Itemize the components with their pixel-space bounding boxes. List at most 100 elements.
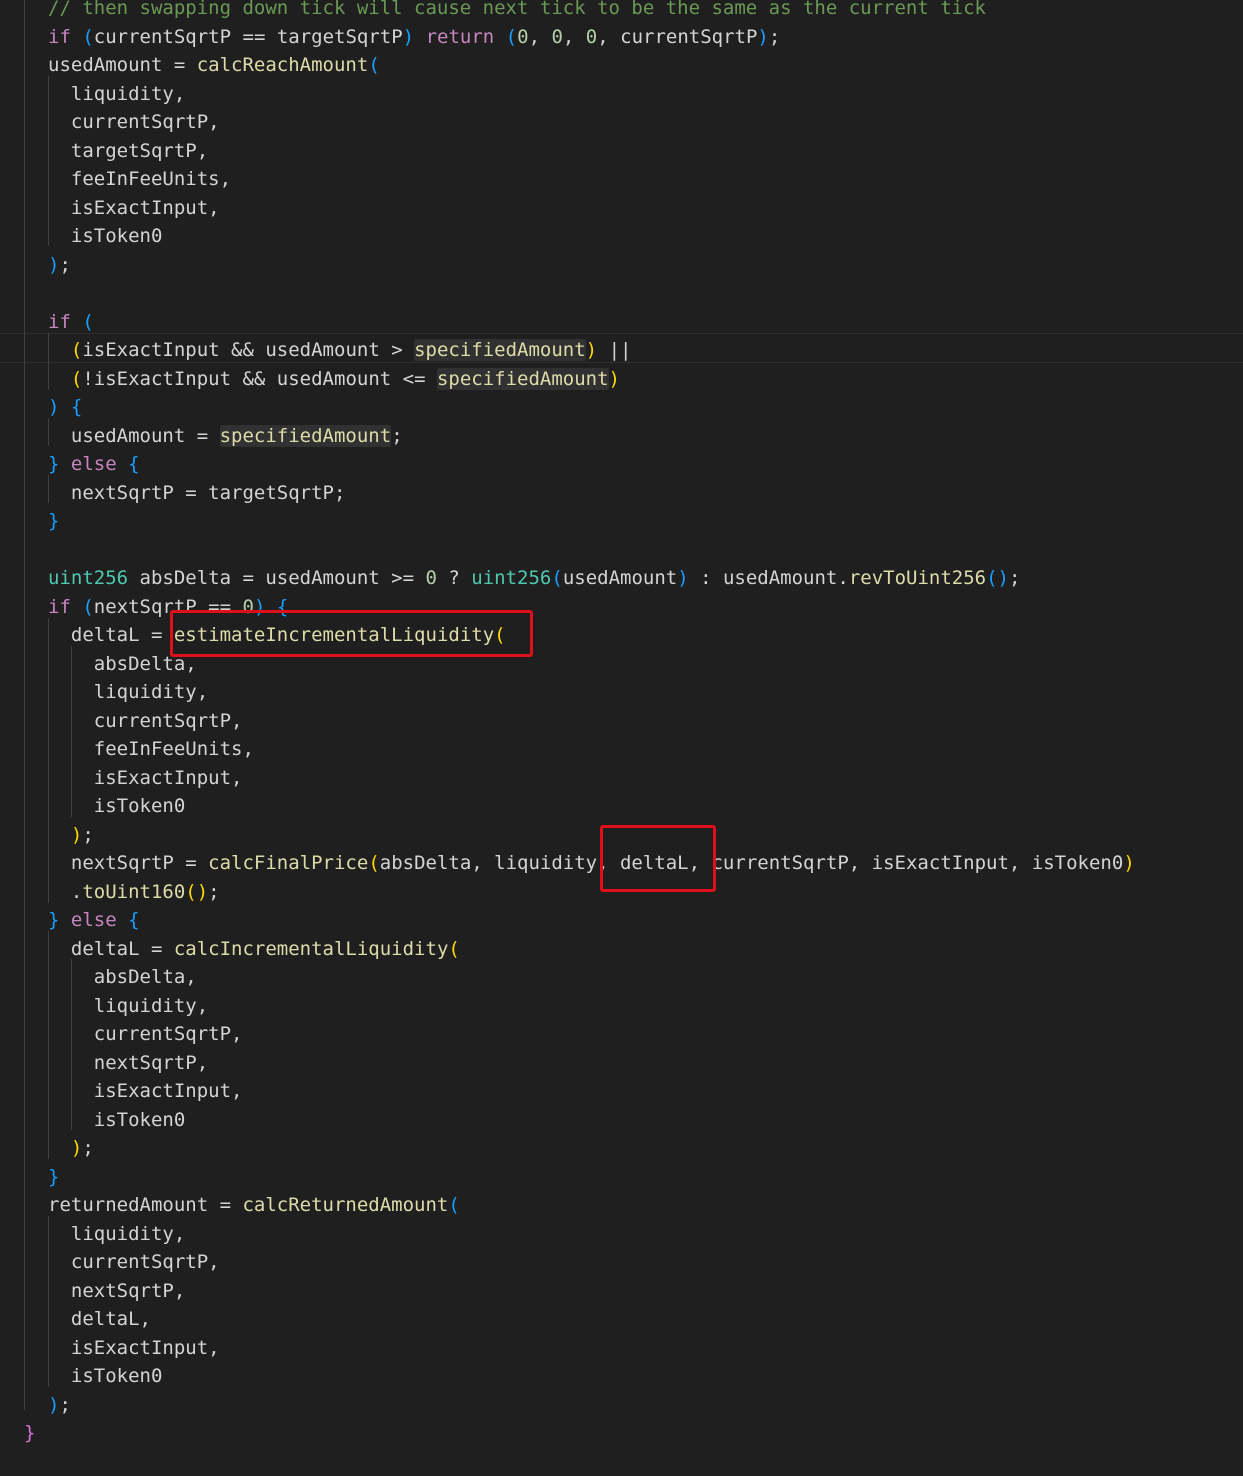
code-line: usedAmount = calcReachAmount( — [48, 51, 1243, 80]
code-token: ( — [82, 25, 94, 48]
code-line: nextSqrtP = targetSqrtP; — [48, 479, 1243, 508]
code-token: absDelta, liquidity, deltaL, currentSqrt… — [379, 852, 1124, 874]
code-line: isToken0 — [48, 1106, 1243, 1135]
code-token: } — [48, 1165, 60, 1188]
code-token: liquidity, — [48, 82, 186, 105]
code-token: || — [597, 339, 632, 361]
code-token: usedAmount = — [48, 424, 220, 447]
code-line: feeInFeeUnits, — [48, 165, 1243, 194]
code-line: currentSqrtP, — [48, 1020, 1243, 1049]
code-token: currentSqrtP, — [48, 111, 220, 133]
code-editor[interactable]: // then swapping down tick will cause ne… — [0, 0, 1243, 1476]
code-token: : usedAmount. — [688, 567, 849, 589]
code-token: specifiedAmount — [219, 424, 392, 447]
code-token: else — [70, 453, 117, 475]
annotation-box-estimate-incremental-liquidity — [170, 610, 533, 657]
code-token: calcReachAmount — [196, 54, 369, 76]
code-line: absDelta, — [48, 963, 1243, 992]
code-token: currentSqrtP, — [48, 1023, 243, 1045]
code-token: deltaL = — [48, 937, 174, 960]
code-token: ; — [208, 880, 220, 903]
code-token: if — [48, 595, 71, 618]
code-line: feeInFeeUnits, — [48, 735, 1243, 764]
code-token: ) — [608, 367, 620, 390]
code-token: calcFinalPrice — [208, 852, 369, 874]
code-token: if — [48, 25, 71, 48]
code-line: ); — [48, 1391, 1243, 1420]
code-token: absDelta = usedAmount >= — [128, 567, 426, 589]
code-line: ); — [48, 251, 1243, 280]
code-token: isToken0 — [48, 225, 163, 247]
code-line: currentSqrtP, — [48, 108, 1243, 137]
code-token: ) — [48, 396, 60, 418]
code-token: ( — [505, 25, 518, 48]
code-token: currentSqrtP, — [48, 709, 243, 732]
code-line: nextSqrtP, — [48, 1049, 1243, 1078]
code-token: isExactInput, — [48, 1336, 220, 1359]
code-token: ) — [48, 1393, 60, 1416]
code-line: } else { — [48, 450, 1243, 479]
code-line: nextSqrtP, — [48, 1277, 1243, 1306]
code-line: ); — [48, 1134, 1243, 1163]
code-line: } — [48, 507, 1243, 536]
code-token: currentSqrtP == targetSqrtP — [93, 25, 403, 48]
code-line: if ( — [48, 308, 1243, 337]
code-line: usedAmount = specifiedAmount; — [48, 422, 1243, 451]
code-line: liquidity, — [48, 80, 1243, 109]
code-token: nextSqrtP, — [48, 1051, 209, 1074]
code-token: ; — [59, 253, 71, 276]
code-token: calcIncrementalLiquidity — [173, 937, 449, 960]
code-token: 0 — [425, 567, 437, 589]
code-token: ) — [757, 25, 769, 48]
code-token: } — [48, 453, 60, 475]
code-token: ( — [70, 339, 83, 361]
code-token: , — [562, 25, 586, 48]
code-token: ) — [48, 253, 60, 276]
code-token: usedAmount — [562, 567, 678, 589]
code-token: } — [48, 909, 60, 931]
code-token: ; — [59, 1393, 71, 1416]
code-token: isExactInput, — [48, 196, 220, 219]
code-line: } — [24, 1419, 1243, 1448]
code-line: currentSqrtP, — [48, 1248, 1243, 1277]
code-token: usedAmount = — [48, 54, 197, 76]
code-token: ) — [70, 823, 83, 846]
code-token: ? — [436, 567, 472, 589]
code-token: } — [48, 510, 60, 532]
code-token: liquidity, — [48, 1222, 186, 1245]
code-token: isToken0 — [48, 1365, 163, 1387]
code-line: returnedAmount = calcReturnedAmount( — [48, 1191, 1243, 1220]
code-token: feeInFeeUnits, — [48, 738, 254, 760]
code-token: revToUint256 — [848, 567, 987, 589]
code-token: specifiedAmount — [436, 367, 609, 390]
code-line: liquidity, — [48, 992, 1243, 1021]
code-line: (isExactInput && usedAmount > specifiedA… — [48, 336, 1243, 365]
code-line: targetSqrtP, — [48, 137, 1243, 166]
code-line: if (currentSqrtP == targetSqrtP) return … — [48, 23, 1243, 52]
code-line: liquidity, — [48, 1220, 1243, 1249]
code-token: return — [425, 25, 495, 48]
code-token: ( — [368, 54, 380, 76]
code-token: ; — [391, 424, 403, 447]
code-token: , — [528, 25, 552, 48]
code-line: // then swapping down tick will cause ne… — [48, 0, 1243, 23]
code-line: isToken0 — [48, 222, 1243, 251]
code-token: isToken0 — [48, 1108, 186, 1131]
code-line: } else { — [48, 906, 1243, 935]
code-token: ; — [1008, 567, 1021, 589]
code-token: if — [48, 310, 71, 333]
code-token: { — [70, 396, 83, 418]
code-line: uint256 absDelta = usedAmount >= 0 ? uin… — [48, 564, 1243, 593]
code-token: isExactInput, — [48, 1080, 243, 1102]
code-token: ( — [448, 1194, 460, 1216]
